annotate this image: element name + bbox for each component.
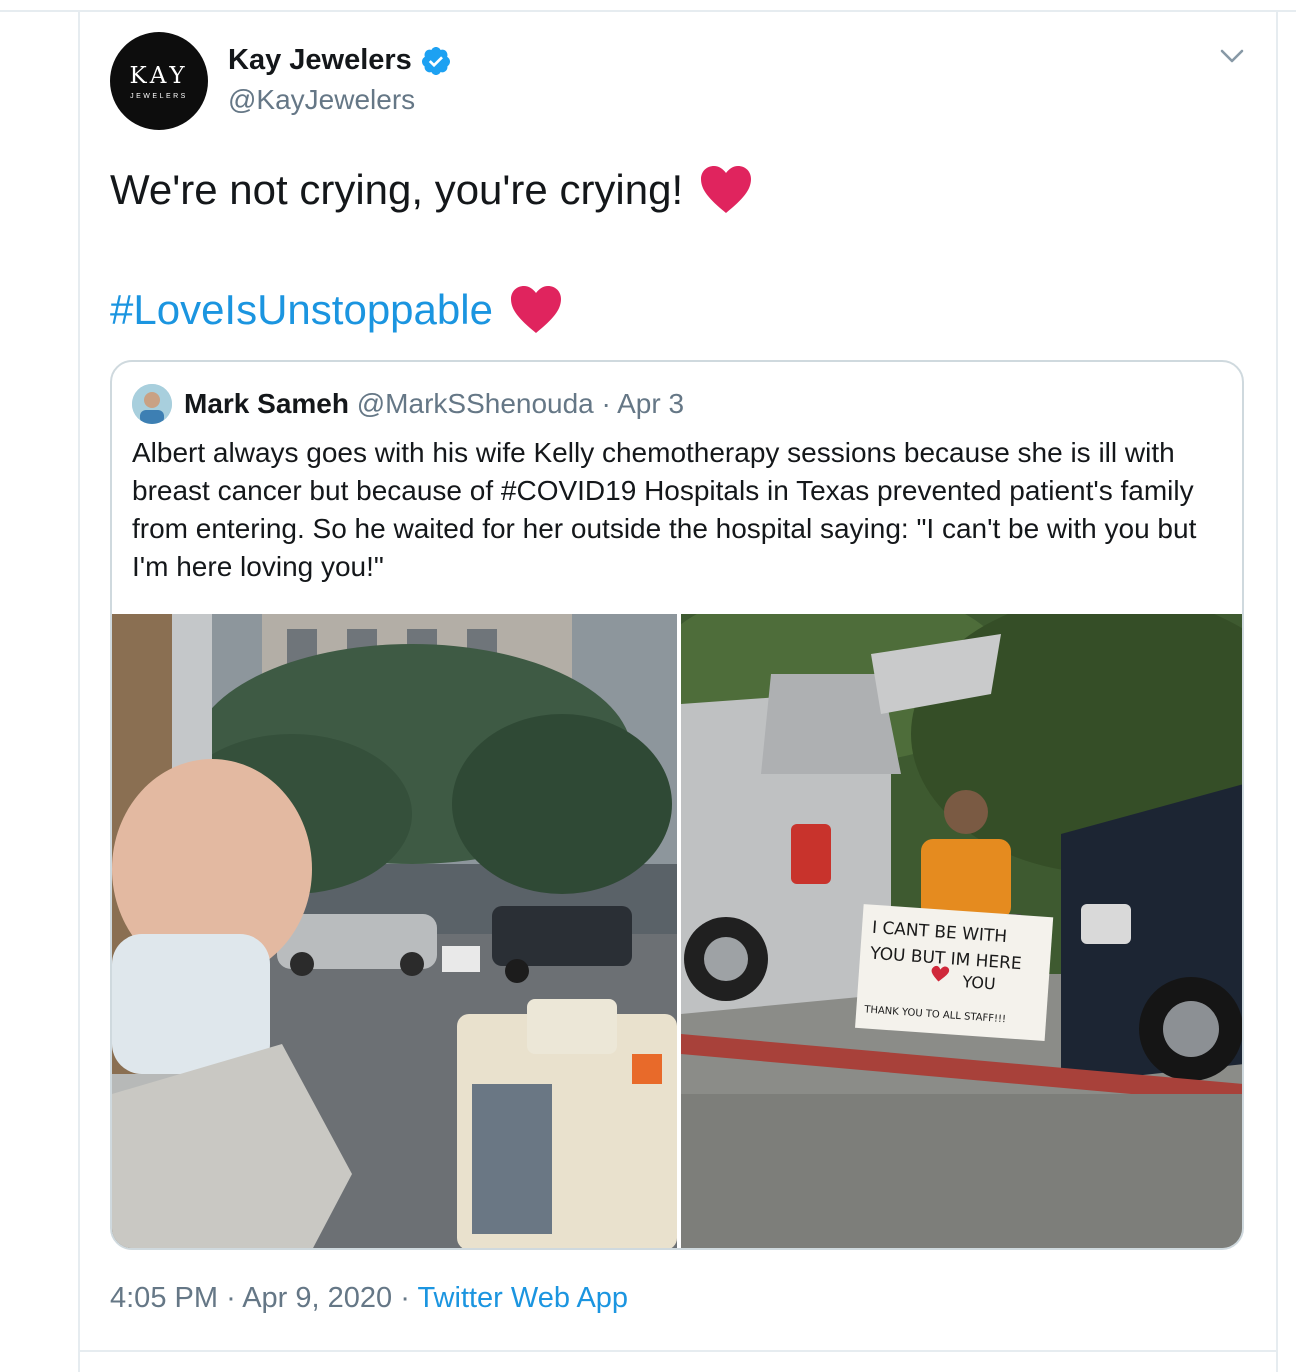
- author-handle[interactable]: @KayJewelers: [228, 84, 415, 116]
- author-avatar[interactable]: KAY JEWELERS: [110, 32, 208, 130]
- quoted-tweet-text: Albert always goes with his wife Kelly c…: [132, 437, 1197, 582]
- quoted-tweet-card[interactable]: Mark Sameh @MarkSShenouda · Apr 3 Albert…: [110, 360, 1244, 1250]
- author-name-row[interactable]: Kay Jewelers: [228, 44, 452, 77]
- quoted-author-avatar: [132, 384, 172, 424]
- avatar-logo-subtext: JEWELERS: [130, 93, 188, 100]
- quoted-date: Apr 3: [617, 388, 685, 419]
- tweet-time[interactable]: 4:05 PM: [110, 1282, 218, 1314]
- column-border-right: [1276, 12, 1278, 1372]
- chevron-down-icon[interactable]: [1218, 44, 1246, 68]
- quoted-handle: @MarkSShenouda: [356, 388, 594, 419]
- sign-line-3: YOU: [961, 972, 996, 993]
- quoted-separator: ·: [601, 388, 611, 419]
- meta-separator: ·: [226, 1282, 236, 1314]
- tweet-text: We're not crying, you're crying!: [110, 166, 684, 213]
- top-divider: [0, 10, 1296, 12]
- heart-icon: [510, 286, 561, 333]
- quoted-display-name: Mark Sameh: [184, 388, 349, 419]
- meta-separator: ·: [400, 1282, 410, 1314]
- tweet-source-link[interactable]: Twitter Web App: [417, 1282, 628, 1314]
- bottom-divider: [80, 1350, 1276, 1352]
- column-border-left: [78, 12, 80, 1372]
- photo-man-with-sign[interactable]: I CANT BE WITH YOU BUT IM HERE YOU THANK…: [681, 614, 1242, 1248]
- author-display-name[interactable]: Kay Jewelers: [228, 44, 412, 77]
- verified-badge-icon: [421, 46, 450, 75]
- hashtag-row: #LoveIsUnstoppable: [110, 284, 563, 336]
- heart-icon: [701, 166, 752, 213]
- photo-hospital-window[interactable]: [112, 614, 677, 1248]
- quoted-header: Mark Sameh @MarkSShenouda · Apr 3: [184, 386, 684, 422]
- tweet-meta: 4:05 PM · Apr 9, 2020 · Twitter Web App: [110, 1282, 628, 1315]
- tweet-date[interactable]: Apr 9, 2020: [242, 1282, 392, 1314]
- hashtag-link[interactable]: #LoveIsUnstoppable: [110, 284, 493, 336]
- tweet-text-row: We're not crying, you're crying!: [110, 164, 753, 216]
- avatar-logo-text: KAY: [129, 63, 189, 89]
